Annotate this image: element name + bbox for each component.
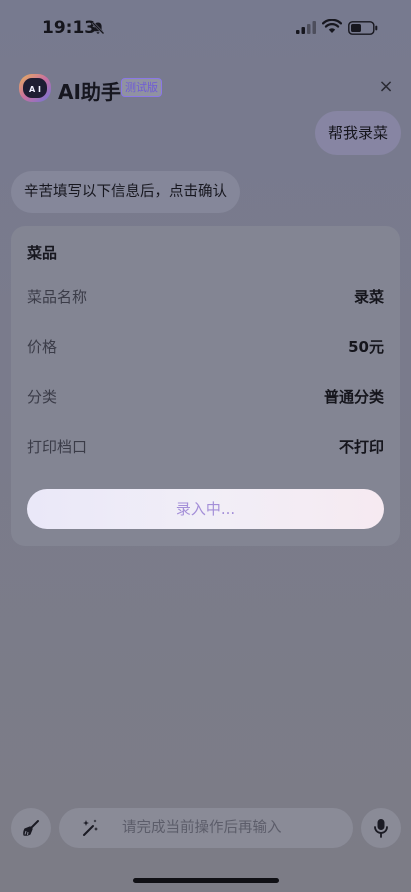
dish-form-card: 菜品 菜品名称 录菜 价格 50元 分类 普通分类 打印档口 不打印 录入中..… [11, 226, 400, 546]
form-label: 菜品名称 [27, 288, 88, 306]
form-row-print-station[interactable]: 打印档口 不打印 [27, 436, 384, 460]
voice-input-button[interactable] [361, 808, 401, 848]
app-title: AI助手 [58, 80, 121, 104]
form-label: 价格 [27, 338, 58, 356]
bell-slash-icon [91, 21, 105, 35]
signal-icon [296, 21, 316, 34]
status-bar: 19:13 [0, 0, 411, 58]
svg-text:A I: A I [29, 85, 41, 94]
wifi-icon [322, 19, 342, 33]
card-title: 菜品 [27, 244, 58, 262]
microphone-icon [374, 819, 388, 838]
input-placeholder: 请完成当前操作后再输入 [122, 820, 282, 836]
home-indicator[interactable] [133, 878, 279, 883]
app-header: A I AI助手 测试版 × [0, 68, 411, 108]
form-row-category[interactable]: 分类 普通分类 [27, 386, 384, 410]
ai-message-bubble: 辛苦填写以下信息后，点击确认 [11, 171, 240, 213]
form-value: 录菜 [353, 288, 384, 306]
submit-button[interactable]: 录入中... [27, 489, 384, 529]
clear-chat-button[interactable] [11, 808, 51, 848]
sparkle-wand-icon [83, 819, 98, 836]
form-value: 50元 [348, 338, 384, 356]
form-label: 打印档口 [27, 438, 88, 456]
close-button[interactable]: × [375, 76, 397, 98]
user-message-bubble: 帮我录菜 [314, 111, 401, 155]
message-input[interactable]: 请完成当前操作后再输入 [59, 808, 353, 848]
beta-badge: 测试版 [121, 78, 162, 97]
status-time: 19:13 [42, 18, 97, 38]
battery-icon [348, 21, 378, 35]
form-value: 普通分类 [323, 388, 384, 406]
form-row-dish-name[interactable]: 菜品名称 录菜 [27, 286, 384, 310]
broom-icon [23, 820, 39, 836]
form-label: 分类 [27, 388, 58, 406]
form-value: 不打印 [338, 438, 384, 456]
form-row-price[interactable]: 价格 50元 [27, 336, 384, 360]
robot-face-icon: A I [19, 74, 51, 102]
